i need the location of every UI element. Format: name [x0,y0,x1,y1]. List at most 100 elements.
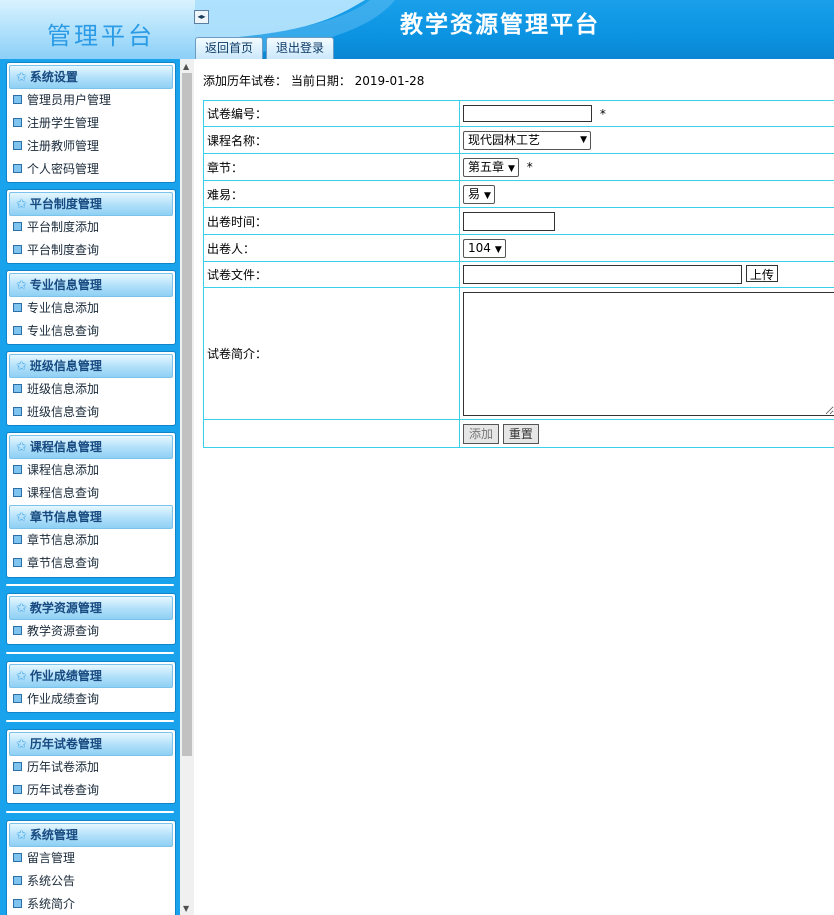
sidebar-group-header[interactable]: ✩ 系统管理 [9,823,173,847]
sidebar-item-papers-query[interactable]: 历年试卷查询 [7,779,175,802]
sidebar-item-label: 注册教师管理 [27,139,100,153]
sidebar-scrollbar[interactable]: ▲ ▼ [180,59,194,915]
sidebar-item-password[interactable]: 个人密码管理 [7,158,175,181]
tab-logout[interactable]: 退出登录 [266,37,335,59]
star-icon: ✩ [16,669,27,684]
square-bullet-icon [13,303,22,312]
course-label: 课程名称： [203,126,460,154]
sidebar-item-label: 平台制度查询 [27,243,100,257]
scroll-down-arrow-icon[interactable]: ▼ [183,904,189,913]
intro-label: 试卷简介： [203,287,460,420]
tab-home[interactable]: 返回首页 [195,37,264,59]
sidebar-toggle-button[interactable]: ◂▸ [194,10,209,24]
sidebar-group-title: 作业成绩管理 [29,669,102,683]
author-cell: 104 ▼ [459,234,834,262]
chapter-select[interactable]: 第五章 ▼ [463,157,519,177]
author-select-value: 104 [468,240,491,255]
sidebar-group-title: 教学资源管理 [29,601,102,615]
sidebar-item-papers-add[interactable]: 历年试卷添加 [7,756,175,779]
sidebar-group-header[interactable]: ✩ 章节信息管理 [9,505,173,529]
sidebar-divider [6,652,174,654]
sidebar-item-label: 系统简介 [27,897,76,911]
reset-button[interactable]: 重置 [502,423,539,444]
sidebar-group-header[interactable]: ✩ 班级信息管理 [9,354,173,378]
square-bullet-icon [13,558,22,567]
file-label: 试卷文件： [203,261,460,288]
sidebar-item-resources-query[interactable]: 教学资源查询 [7,620,175,643]
square-bullet-icon [13,465,22,474]
sidebar-item-chapter-add[interactable]: 章节信息添加 [7,529,175,552]
form-row-difficulty: 难易： 易 ▼ [203,180,834,208]
sidebar-item-major-add[interactable]: 专业信息添加 [7,297,175,320]
scroll-up-arrow-icon[interactable]: ▲ [183,62,189,71]
star-icon: ✩ [16,359,27,374]
star-icon: ✩ [16,601,27,616]
course-select[interactable]: 现代园林工艺 ▼ [463,130,591,150]
square-bullet-icon [13,626,22,635]
paper-no-cell: * [459,100,834,127]
required-mark: * [599,106,606,121]
intro-textarea[interactable] [463,291,834,416]
sidebar-group-title: 系统设置 [29,70,78,84]
sidebar-group-title: 章节信息管理 [29,510,102,524]
required-mark: * [526,159,533,174]
sidebar-item-messages[interactable]: 留言管理 [7,847,175,870]
sidebar-group-title: 历年试卷管理 [29,737,102,751]
sidebar-group-header[interactable]: ✩ 平台制度管理 [9,192,173,216]
author-label: 出卷人： [203,234,460,262]
sidebar-item-course-add[interactable]: 课程信息添加 [7,459,175,482]
sidebar-item-label: 作业成绩查询 [27,692,100,706]
logo-text: 管理平台 [47,22,155,50]
sidebar-group-title: 系统管理 [29,828,78,842]
sidebar-item-introduction[interactable]: 系统简介 [7,893,175,915]
difficulty-select[interactable]: 易 ▼ [463,184,495,204]
upload-button[interactable]: 上传 [745,264,778,282]
scrollbar-thumb[interactable] [182,73,192,756]
sidebar-group-system-settings: ✩ 系统设置 管理员用户管理 注册学生管理 注册教师管理 个人密码管理 [6,62,176,183]
sidebar-item-course-query[interactable]: 课程信息查询 [7,482,175,505]
exam-time-input[interactable] [463,211,555,231]
sidebar-item-admin-users[interactable]: 管理员用户管理 [7,89,175,112]
sidebar-item-label: 班级信息查询 [27,405,100,419]
square-bullet-icon [13,853,22,862]
sidebar-group-class: ✩ 班级信息管理 班级信息添加 班级信息查询 [6,351,176,426]
difficulty-cell: 易 ▼ [459,180,834,208]
sidebar-group-major: ✩ 专业信息管理 专业信息添加 专业信息查询 [6,270,176,345]
square-bullet-icon [13,785,22,794]
square-bullet-icon [13,222,22,231]
sidebar-item-class-query[interactable]: 班级信息查询 [7,401,175,424]
sidebar-item-label: 章节信息添加 [27,533,100,547]
sidebar-group-header[interactable]: ✩ 作业成绩管理 [9,664,173,688]
file-path-input[interactable] [463,265,742,285]
chapter-select-value: 第五章 [468,159,505,174]
sidebar-item-chapter-query[interactable]: 章节信息查询 [7,552,175,575]
sidebar-item-label: 历年试卷查询 [27,783,100,797]
sidebar-item-homework-query[interactable]: 作业成绩查询 [7,688,175,711]
sidebar-item-teachers[interactable]: 注册教师管理 [7,135,175,158]
sidebar-item-label: 章节信息查询 [27,556,100,570]
sidebar-group-header[interactable]: ✩ 课程信息管理 [9,435,173,459]
intro-cell [459,287,834,420]
author-select[interactable]: 104 ▼ [463,238,506,258]
sidebar-item-rules-add[interactable]: 平台制度添加 [7,216,175,239]
sidebar-group-header[interactable]: ✩ 系统设置 [9,65,173,89]
paper-no-input[interactable] [463,105,592,122]
square-bullet-icon [13,876,22,885]
sidebar-group-header[interactable]: ✩ 教学资源管理 [9,596,173,620]
sidebar-item-label: 教学资源查询 [27,624,100,638]
sidebar-item-rules-query[interactable]: 平台制度查询 [7,239,175,262]
sidebar-item-label: 平台制度添加 [27,220,100,234]
course-cell: 现代园林工艺 ▼ [459,126,834,154]
sidebar-group-header[interactable]: ✩ 专业信息管理 [9,273,173,297]
difficulty-select-value: 易 [468,186,481,201]
sidebar-item-announcements[interactable]: 系统公告 [7,870,175,893]
sidebar-item-students[interactable]: 注册学生管理 [7,112,175,135]
difficulty-label: 难易： [203,180,460,208]
sidebar-item-label: 历年试卷添加 [27,760,100,774]
sidebar-group-header[interactable]: ✩ 历年试卷管理 [9,732,173,756]
sidebar-item-major-query[interactable]: 专业信息查询 [7,320,175,343]
sidebar-group-title: 班级信息管理 [29,359,102,373]
add-button[interactable]: 添加 [463,423,500,444]
sidebar-item-class-add[interactable]: 班级信息添加 [7,378,175,401]
file-cell: 上传 [459,261,834,288]
